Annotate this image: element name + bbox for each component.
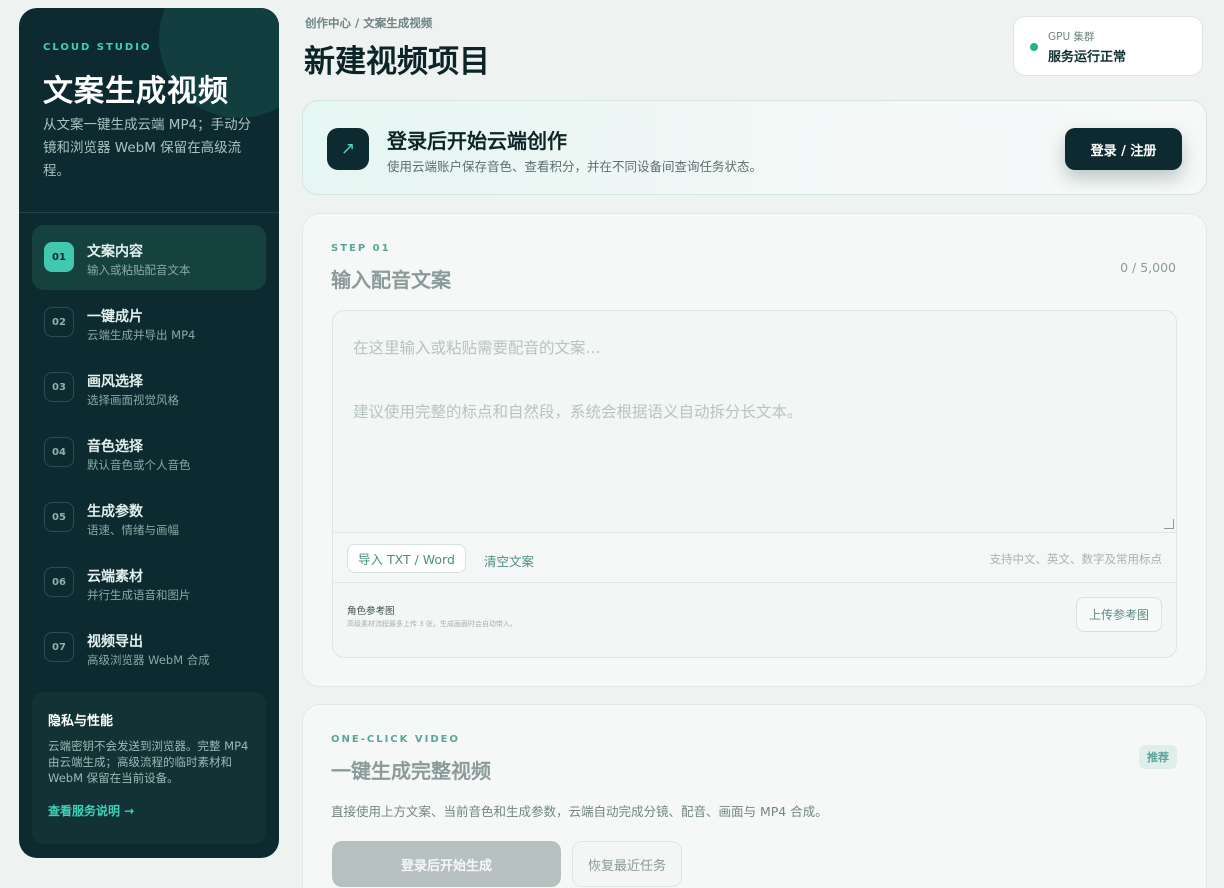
one-click-video-card: ONE-CLICK VIDEO 一键生成完整视频 推荐 直接使用上方文案、当前音… (302, 704, 1207, 888)
nav-item-subtitle: 输入或粘贴配音文本 (87, 263, 191, 277)
service-info-link[interactable]: 查看服务说明 → (48, 802, 250, 819)
nav-item-subtitle: 云端生成并导出 MP4 (87, 328, 196, 342)
nav-item-title: 文案内容 (87, 244, 143, 260)
nav-item-title: 一键成片 (87, 309, 143, 325)
nav-item-title: 画风选择 (87, 374, 143, 390)
login-register-button[interactable]: 登录 / 注册 (1065, 128, 1182, 170)
nav-item-title: 音色选择 (87, 439, 143, 455)
nav-item-number: 01 (44, 242, 74, 272)
nav-item-number: 07 (44, 632, 74, 662)
restore-task-button[interactable]: 恢复最近任务 (572, 841, 682, 887)
nav-item-title: 视频导出 (87, 634, 143, 650)
arrow-up-right-icon: ↗ (327, 128, 369, 170)
sidebar-divider (19, 212, 279, 213)
sidebar: CLOUD STUDIO 文案生成视频 从文案一键生成云端 MP4；手动分镜和浏… (19, 8, 279, 858)
nav-item-export[interactable]: 07 视频导出 高级浏览器 WebM 合成 (32, 615, 266, 680)
reference-subtitle: 高级素材流程最多上传 3 张，生成画面时会自动带入。 (347, 620, 517, 628)
status-dot-icon (1030, 43, 1038, 51)
nav-item-voice[interactable]: 04 音色选择 默认音色或个人音色 (32, 420, 266, 485)
import-file-button[interactable]: 导入 TXT / Word (347, 544, 466, 573)
nav-item-params[interactable]: 05 生成参数 语速、情绪与画幅 (32, 485, 266, 550)
placeholder-line: 建议使用完整的标点和自然段，系统会根据语义自动拆分长文本。 (353, 403, 803, 421)
page-title: 新建视频项目 (304, 44, 490, 80)
login-subtitle: 使用云端账户保存音色、查看积分，并在不同设备间查询任务状态。 (387, 159, 763, 174)
script-editor: 在这里输入或粘贴需要配音的文案... 建议使用完整的标点和自然段，系统会根据语义… (332, 310, 1177, 658)
recommended-badge: 推荐 (1139, 745, 1177, 769)
char-counter: 0 / 5,000 (1120, 260, 1176, 275)
status-card: GPU 集群 服务运行正常 (1013, 16, 1203, 76)
nav-item-number: 06 (44, 567, 74, 597)
login-banner: ↗ 登录后开始云端创作 使用云端账户保存音色、查看积分，并在不同设备间查询任务状… (302, 100, 1207, 195)
reference-image-section: 角色参考图 高级素材流程最多上传 3 张，生成画面时会自动带入。 上传参考图 (333, 583, 1176, 657)
nav-item-subtitle: 并行生成语音和图片 (87, 588, 191, 602)
breadcrumb: 创作中心 / 文案生成视频 (305, 16, 433, 30)
nav-item-subtitle: 语速、情绪与画幅 (87, 523, 179, 537)
reference-title: 角色参考图 (347, 606, 395, 617)
nav-item-subtitle: 默认音色或个人音色 (87, 458, 191, 472)
nav-item-number: 02 (44, 307, 74, 337)
generate-button[interactable]: 登录后开始生成 (332, 841, 561, 887)
nav-item-number: 03 (44, 372, 74, 402)
nav-item-assets[interactable]: 06 云端素材 并行生成语音和图片 (32, 550, 266, 615)
step-title: 一键生成完整视频 (331, 759, 491, 783)
nav-item-style[interactable]: 03 画风选择 选择画面视觉风格 (32, 355, 266, 420)
step-tag: STEP 01 (331, 243, 391, 254)
one-click-description: 直接使用上方文案、当前音色和生成参数，云端自动完成分镜、配音、画面与 MP4 合… (331, 804, 828, 819)
upload-reference-button[interactable]: 上传参考图 (1076, 597, 1162, 632)
privacy-body: 云端密钥不会发送到浏览器。完整 MP4 由云端生成；高级流程的临时素材和 Web… (48, 739, 249, 785)
script-textarea[interactable]: 在这里输入或粘贴需要配音的文案... 建议使用完整的标点和自然段，系统会根据语义… (333, 311, 1176, 532)
placeholder-line: 在这里输入或粘贴需要配音的文案... (353, 339, 601, 357)
nav-item-one-click[interactable]: 02 一键成片 云端生成并导出 MP4 (32, 290, 266, 355)
editor-toolbar: 导入 TXT / Word 清空文案 支持中文、英文、数字及常用标点 (333, 532, 1176, 583)
brand-tag: CLOUD STUDIO (43, 42, 152, 53)
nav-item-subtitle: 选择画面视觉风格 (87, 393, 179, 407)
nav-item-number: 04 (44, 437, 74, 467)
nav-item-title: 云端素材 (87, 569, 143, 585)
step-text-card: STEP 01 输入配音文案 0 / 5,000 在这里输入或粘贴需要配音的文案… (302, 213, 1207, 687)
step-tag: ONE-CLICK VIDEO (331, 734, 460, 745)
clear-text-button[interactable]: 清空文案 (484, 551, 534, 570)
brand-title: 文案生成视频 (43, 74, 229, 109)
step-nav: 01 文案内容 输入或粘贴配音文本 02 一键成片 云端生成并导出 MP4 03… (32, 225, 266, 680)
nav-item-content[interactable]: 01 文案内容 输入或粘贴配音文本 (32, 225, 266, 290)
login-title: 登录后开始云端创作 (387, 129, 567, 153)
nav-item-title: 生成参数 (87, 504, 143, 520)
status-label: GPU 集群 (1048, 31, 1095, 43)
brand-description: 从文案一键生成云端 MP4；手动分镜和浏览器 WebM 保留在高级流程。 (43, 117, 252, 179)
input-hint: 支持中文、英文、数字及常用标点 (989, 552, 1163, 566)
privacy-title: 隐私与性能 (48, 714, 114, 729)
nav-item-number: 05 (44, 502, 74, 532)
status-value: 服务运行正常 (1048, 50, 1127, 65)
nav-item-subtitle: 高级浏览器 WebM 合成 (87, 653, 210, 667)
step-title: 输入配音文案 (331, 268, 451, 292)
privacy-panel: 隐私与性能 云端密钥不会发送到浏览器。完整 MP4 由云端生成；高级流程的临时素… (32, 692, 266, 844)
resize-handle-icon[interactable] (1164, 519, 1174, 529)
